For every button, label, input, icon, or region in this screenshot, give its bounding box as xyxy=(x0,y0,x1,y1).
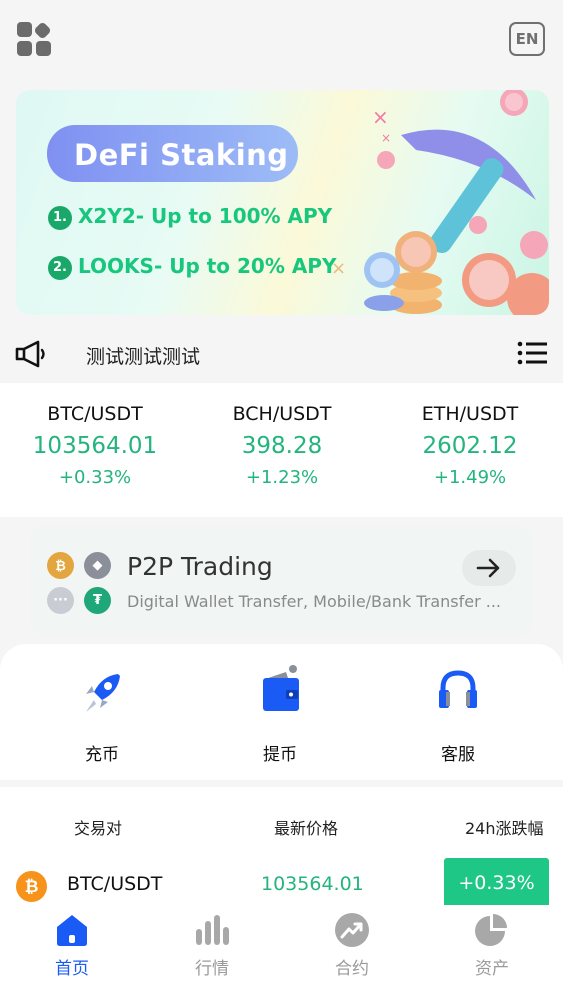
tether-coin-icon: ₮ xyxy=(84,587,111,614)
chart-bars-icon xyxy=(196,915,229,945)
ticker-btc[interactable]: BTC/USDT 103564.01 +0.33% xyxy=(1,383,189,488)
p2p-trading-card[interactable]: ₿ ◆ ··· ₮ P2P Trading Digital Wallet Tra… xyxy=(30,526,533,636)
ticker-strip: BTC/USDT 103564.01 +0.33% BCH/USDT 398.2… xyxy=(0,383,563,517)
banner-line-number: 2. xyxy=(48,255,72,280)
banner-line-2: 2. LOOKS- Up to 20% APY xyxy=(48,254,336,280)
svg-text:×: × xyxy=(372,105,389,129)
ticker-eth[interactable]: ETH/USDT 2602.12 +1.49% xyxy=(376,383,563,488)
arrow-right-icon xyxy=(476,558,500,578)
p2p-subtitle: Digital Wallet Transfer, Mobile/Bank Tra… xyxy=(127,592,502,611)
headset-icon xyxy=(439,670,477,708)
header-price: 最新价格 xyxy=(274,819,339,838)
banner-artwork: × × × xyxy=(331,90,549,315)
ticker-price: 2602.12 xyxy=(422,433,518,459)
tab-label: 行情 xyxy=(195,959,229,979)
defi-staking-banner[interactable]: × × × DeFi Staking 1. X2Y2- Up to 100% AP… xyxy=(16,90,549,315)
row-price: 103564.01 xyxy=(261,873,364,895)
support-label: 客服 xyxy=(441,745,475,765)
home-icon xyxy=(57,915,87,946)
row-change-badge: +0.33% xyxy=(444,858,549,908)
ticker-change: +1.49% xyxy=(433,467,507,488)
more-coins-icon: ··· xyxy=(47,587,74,614)
quick-actions-card: 充币 提币 客服 xyxy=(0,644,563,780)
ticker-price: 398.28 xyxy=(241,433,323,459)
announcement-text: 测试测试测试 xyxy=(86,346,201,368)
ethereum-coin-icon: ◆ xyxy=(84,552,111,579)
withdraw-label: 提币 xyxy=(263,745,297,765)
wallet-icon xyxy=(263,665,299,711)
ticker-change: +0.33% xyxy=(58,467,132,488)
top-bar: EN xyxy=(0,0,563,80)
rocket-icon xyxy=(86,674,120,712)
header-pair: 交易对 xyxy=(74,819,123,838)
trend-icon xyxy=(335,913,369,947)
deposit-label: 充币 xyxy=(85,745,119,765)
list-icon[interactable] xyxy=(517,341,547,365)
bitcoin-icon: ₿ xyxy=(16,871,47,902)
ticker-pair: ETH/USDT xyxy=(421,403,519,425)
ticker-bch[interactable]: BCH/USDT 398.28 +1.23% xyxy=(188,383,376,488)
tab-label: 首页 xyxy=(55,959,89,979)
p2p-title: P2P Trading xyxy=(127,552,273,581)
header-change: 24h涨跌幅 xyxy=(465,819,544,838)
ticker-pair: BTC/USDT xyxy=(47,403,143,425)
ticker-change: +1.23% xyxy=(245,467,319,488)
bottom-tab-bar: 首页 行情 合约 资产 xyxy=(0,905,563,1001)
pie-icon xyxy=(475,914,507,946)
megaphone-icon xyxy=(15,340,45,368)
banner-line-number: 1. xyxy=(48,205,72,230)
svg-text:×: × xyxy=(381,131,391,145)
ticker-pair: BCH/USDT xyxy=(232,403,332,425)
apps-menu-icon[interactable] xyxy=(17,21,53,58)
bitcoin-coin-icon: ₿ xyxy=(47,552,74,579)
ticker-price: 103564.01 xyxy=(32,433,158,459)
row-pair: BTC/USDT xyxy=(67,873,163,895)
announcement-bar[interactable]: 测试测试测试 xyxy=(0,330,563,378)
p2p-arrow-button[interactable] xyxy=(462,550,516,586)
tab-label: 资产 xyxy=(475,959,509,979)
banner-line-text: LOOKS- Up to 20% APY xyxy=(78,254,337,278)
market-list: 交易对 最新价格 24h涨跌幅 ₿ BTC/USDT 103564.01 +0.… xyxy=(0,787,563,917)
language-button[interactable]: EN xyxy=(509,22,545,56)
banner-title: DeFi Staking xyxy=(74,138,289,172)
banner-line-1: 1. X2Y2- Up to 100% APY xyxy=(48,204,332,230)
tab-label: 合约 xyxy=(335,959,369,979)
banner-line-text: X2Y2- Up to 100% APY xyxy=(78,204,333,228)
